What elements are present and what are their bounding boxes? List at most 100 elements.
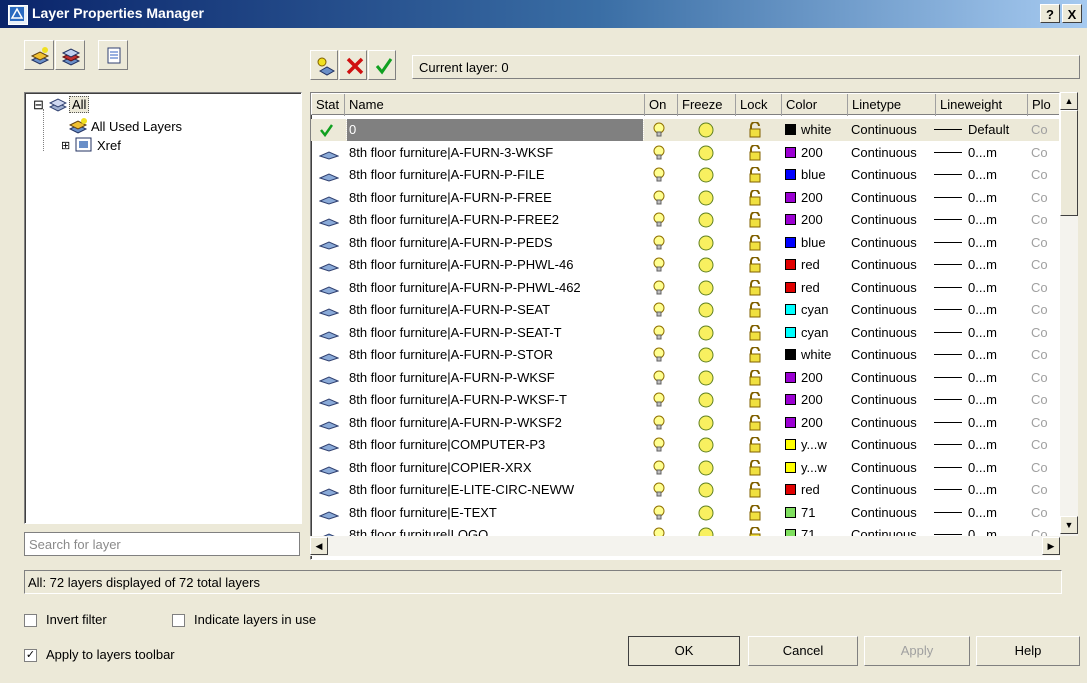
- layer-color[interactable]: red: [785, 479, 847, 501]
- layer-plot-style[interactable]: Co: [1031, 299, 1059, 321]
- col-on[interactable]: On: [645, 94, 678, 116]
- layer-name[interactable]: 8th floor furniture|A-FURN-P-PEDS: [347, 232, 643, 254]
- new-group-filter-button[interactable]: [55, 40, 85, 70]
- layer-color[interactable]: white: [785, 344, 847, 366]
- col-plot[interactable]: Plo: [1028, 94, 1059, 116]
- layer-name[interactable]: 8th floor furniture|A-FURN-P-SEAT: [347, 299, 643, 321]
- layer-lineweight[interactable]: 0...m: [929, 434, 1027, 456]
- layer-plot-style[interactable]: Co: [1031, 434, 1059, 456]
- freeze-sun-icon[interactable]: [697, 324, 717, 346]
- vertical-scrollbar[interactable]: ▲ ▼: [1060, 92, 1078, 536]
- invert-filter-checkbox[interactable]: [24, 614, 37, 627]
- tree-item-all-used-layers[interactable]: All Used Layers: [91, 119, 182, 134]
- help-title-button[interactable]: ?: [1040, 4, 1060, 23]
- layer-linetype[interactable]: Continuous: [851, 367, 933, 389]
- freeze-sun-icon[interactable]: [697, 481, 717, 503]
- new-layer-button[interactable]: [310, 50, 338, 80]
- layer-plot-style[interactable]: Co: [1031, 367, 1059, 389]
- layer-lineweight[interactable]: 0...m: [929, 164, 1027, 186]
- layer-lineweight[interactable]: 0...m: [929, 344, 1027, 366]
- layer-row[interactable]: 8th floor furniture|A-FURN-P-FILE blue Con…: [311, 164, 1059, 186]
- freeze-sun-icon[interactable]: [697, 256, 717, 278]
- layer-row[interactable]: 8th floor furniture|E-TEXT 71 Continuous 0.…: [311, 502, 1059, 526]
- tree-xref-toggle[interactable]: ⊞: [61, 139, 70, 152]
- layer-color[interactable]: 200: [785, 187, 847, 209]
- layer-color[interactable]: 71: [785, 502, 847, 524]
- layer-row[interactable]: 8th floor furniture|A-FURN-P-WKSF-T 200 Co…: [311, 389, 1059, 411]
- layer-color[interactable]: white: [785, 119, 847, 141]
- layer-color[interactable]: 200: [785, 389, 847, 411]
- layer-lineweight[interactable]: 0...m: [929, 277, 1027, 299]
- freeze-sun-icon[interactable]: [697, 189, 717, 211]
- layer-linetype[interactable]: Continuous: [851, 254, 933, 276]
- freeze-sun-icon[interactable]: [697, 414, 717, 436]
- layer-linetype[interactable]: Continuous: [851, 412, 933, 434]
- layer-name[interactable]: 8th floor furniture|A-FURN-P-FILE: [347, 164, 643, 186]
- freeze-sun-icon[interactable]: [697, 369, 717, 391]
- scroll-down-icon[interactable]: ▼: [1060, 516, 1078, 534]
- layer-color[interactable]: red: [785, 254, 847, 276]
- layer-name[interactable]: 8th floor furniture|A-FURN-P-WKSF: [347, 367, 643, 389]
- close-button[interactable]: X: [1062, 4, 1082, 23]
- layer-states-manager-button[interactable]: [98, 40, 128, 70]
- layer-lineweight[interactable]: 0...m: [929, 142, 1027, 164]
- freeze-sun-icon[interactable]: [697, 121, 717, 143]
- col-freeze[interactable]: Freeze: [678, 94, 736, 116]
- freeze-sun-icon[interactable]: [697, 301, 717, 323]
- layer-color[interactable]: y...w: [785, 457, 847, 479]
- layer-name[interactable]: 8th floor furniture|E-LITE-CIRC-NEWW: [347, 479, 643, 501]
- tree-item-xref[interactable]: Xref: [97, 138, 121, 153]
- layer-name[interactable]: 8th floor furniture|A-FURN-P-PHWL-462: [347, 277, 643, 299]
- layer-color[interactable]: red: [785, 277, 847, 299]
- layer-plot-style[interactable]: Co: [1031, 164, 1059, 186]
- layer-plot-style[interactable]: Co: [1031, 344, 1059, 366]
- layer-color[interactable]: blue: [785, 232, 847, 254]
- layer-name[interactable]: 8th floor furniture|A-FURN-P-FREE: [347, 187, 643, 209]
- layer-color[interactable]: cyan: [785, 322, 847, 344]
- layer-name[interactable]: 8th floor furniture|E-TEXT: [347, 502, 643, 524]
- layer-color[interactable]: cyan: [785, 299, 847, 321]
- layer-row[interactable]: 8th floor furniture|COMPUTER-P3 y...w Cont…: [311, 434, 1059, 456]
- ok-button[interactable]: OK: [628, 636, 740, 666]
- scroll-up-icon[interactable]: ▲: [1060, 92, 1078, 110]
- col-color[interactable]: Color: [782, 94, 848, 116]
- layer-linetype[interactable]: Continuous: [851, 344, 933, 366]
- apply-toolbar-checkbox[interactable]: ✓: [24, 649, 37, 662]
- layer-plot-style[interactable]: Co: [1031, 142, 1059, 164]
- help-button[interactable]: Help: [976, 636, 1080, 666]
- layer-lineweight[interactable]: 0...m: [929, 187, 1027, 209]
- layer-linetype[interactable]: Continuous: [851, 502, 933, 524]
- col-name[interactable]: Name: [345, 94, 645, 116]
- layer-lineweight[interactable]: 0...m: [929, 479, 1027, 501]
- layer-lineweight[interactable]: Default: [929, 119, 1027, 141]
- title-bar[interactable]: Layer Properties Manager ? X: [0, 0, 1087, 28]
- layer-lineweight[interactable]: 0...m: [929, 232, 1027, 254]
- layer-name[interactable]: 8th floor furniture|A-FURN-P-PHWL-46: [347, 254, 643, 276]
- layer-plot-style[interactable]: Co: [1031, 479, 1059, 501]
- layer-name[interactable]: 8th floor furniture|A-FURN-P-WKSF-T: [347, 389, 643, 411]
- layer-linetype[interactable]: Continuous: [851, 434, 933, 456]
- freeze-sun-icon[interactable]: [697, 346, 717, 368]
- layer-lineweight[interactable]: 0...m: [929, 254, 1027, 276]
- layer-name[interactable]: 8th floor furniture|COPIER-XRX: [347, 457, 643, 479]
- layer-color[interactable]: 200: [785, 412, 847, 434]
- new-property-filter-button[interactable]: [24, 40, 54, 70]
- layer-color[interactable]: 200: [785, 142, 847, 164]
- indicate-layers-checkbox[interactable]: [172, 614, 185, 627]
- layer-plot-style[interactable]: Co: [1031, 187, 1059, 209]
- tree-root-all[interactable]: All: [69, 96, 90, 113]
- layer-row[interactable]: 8th floor furniture|A-FURN-P-PEDS blue Con…: [311, 232, 1059, 254]
- layer-name[interactable]: 8th floor furniture|A-FURN-P-FREE2: [347, 209, 643, 231]
- freeze-sun-icon[interactable]: [697, 211, 717, 233]
- layer-row[interactable]: 8th floor furniture|A-FURN-P-WKSF 200 Cont…: [311, 367, 1059, 391]
- freeze-sun-icon[interactable]: [697, 504, 717, 526]
- layer-row[interactable]: 8th floor furniture|A-FURN-P-FREE2 200 Con…: [311, 209, 1059, 233]
- layer-row[interactable]: 8th floor furniture|A-FURN-P-PHWL-46 red C…: [311, 254, 1059, 278]
- layer-row[interactable]: 8th floor furniture|E-LITE-CIRC-NEWW red C…: [311, 479, 1059, 503]
- layer-plot-style[interactable]: Co: [1031, 209, 1059, 231]
- cancel-button[interactable]: Cancel: [748, 636, 858, 666]
- layer-row[interactable]: 8th floor furniture|A-FURN-3-WKSF 200 Cont…: [311, 142, 1059, 164]
- layer-lineweight[interactable]: 0...m: [929, 502, 1027, 524]
- horizontal-scrollbar[interactable]: ◀ ▶: [310, 536, 1060, 556]
- col-status[interactable]: Stat: [312, 94, 345, 116]
